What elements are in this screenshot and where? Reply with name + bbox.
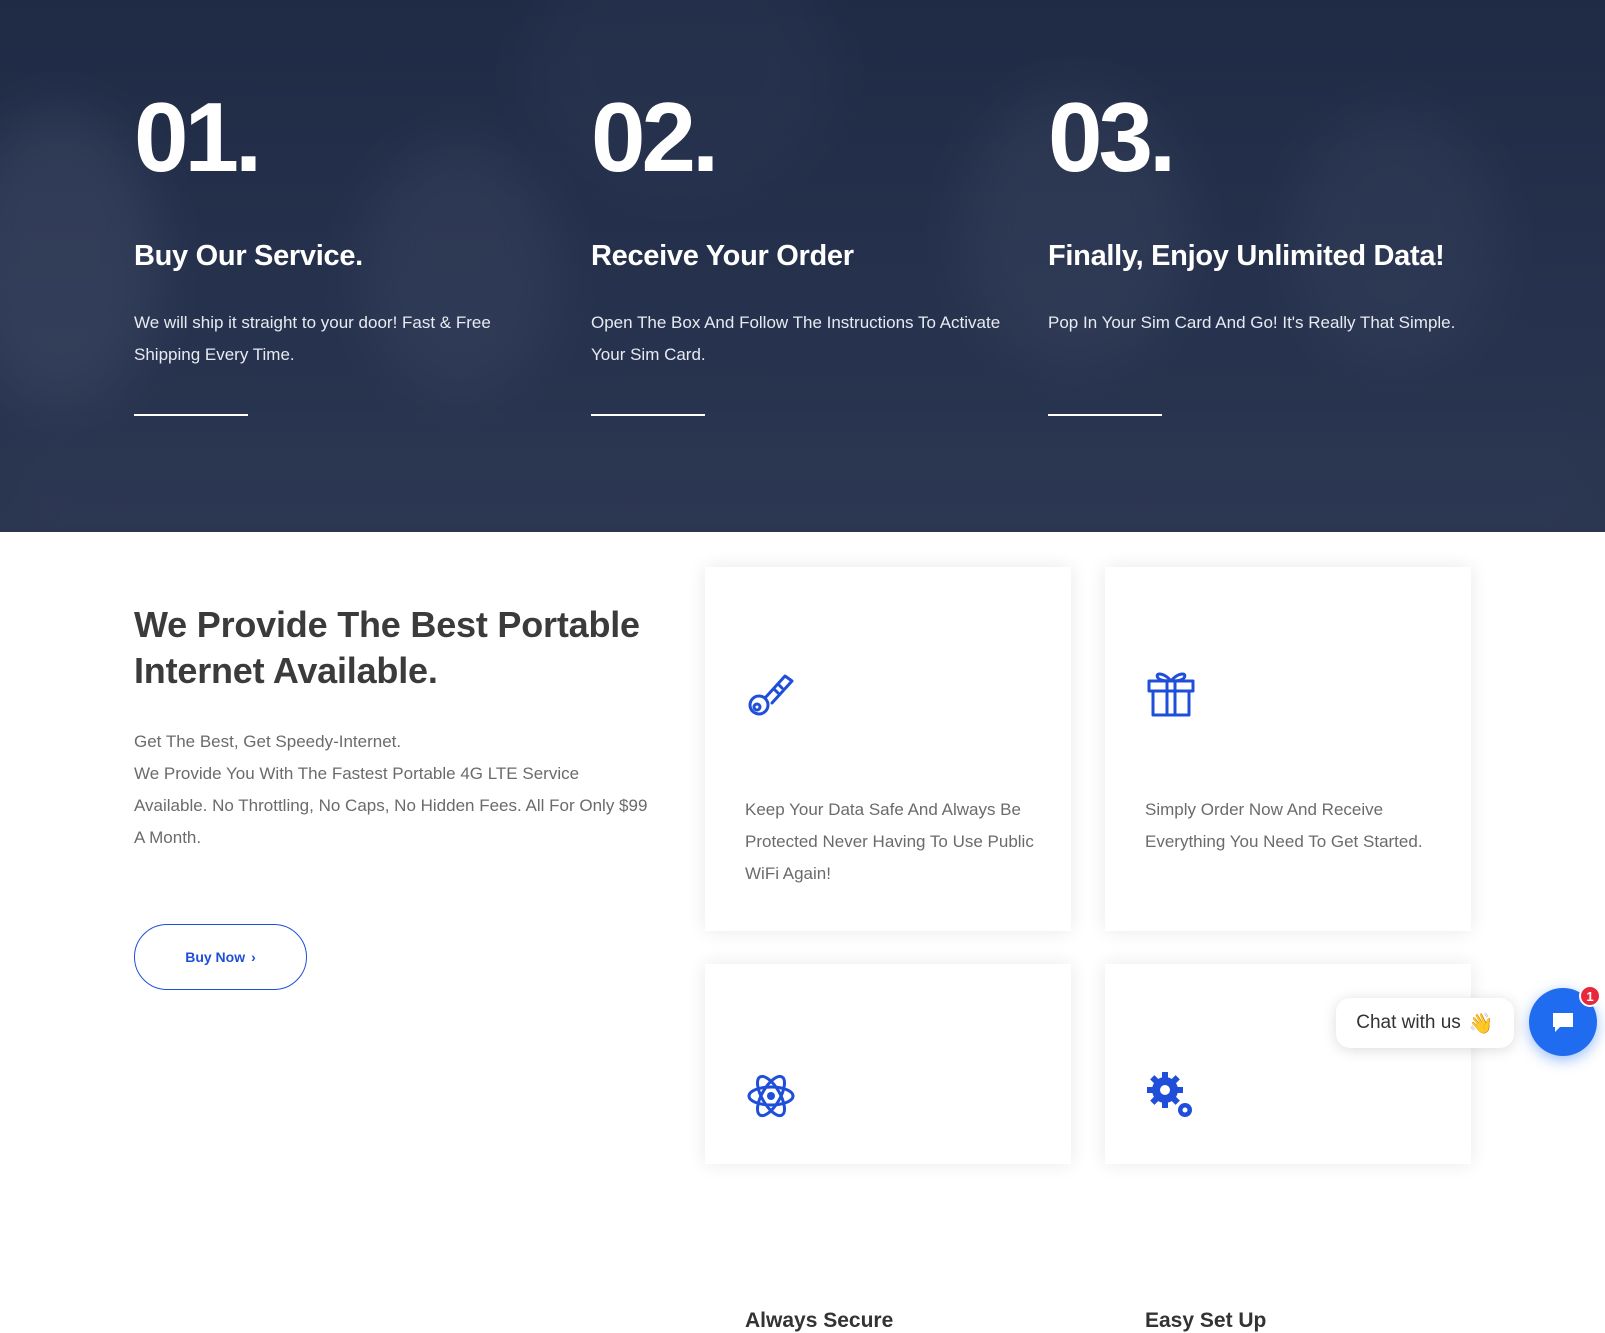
step-title: Receive Your Order bbox=[591, 240, 854, 272]
section-description: Get The Best, Get Speedy-Internet. We Pr… bbox=[134, 726, 654, 854]
background-photo-shade bbox=[0, 420, 1605, 532]
chevron-right-icon: › bbox=[251, 949, 256, 965]
step-number: 01. bbox=[134, 82, 262, 192]
gift-icon bbox=[1147, 672, 1195, 717]
description-line-2: We Provide You With The Fastest Portable… bbox=[134, 764, 648, 847]
step-description: Pop In Your Sim Card And Go! It's Really… bbox=[1048, 313, 1456, 332]
feature-title: Always Secure bbox=[745, 1309, 894, 1332]
feature-card-3 bbox=[705, 964, 1071, 1164]
gears-icon bbox=[1147, 1072, 1192, 1117]
step-number: 03. bbox=[1048, 82, 1176, 192]
chat-with-us-button[interactable]: Chat with us 👋 bbox=[1336, 998, 1514, 1048]
waving-hand-icon: 👋 bbox=[1468, 1012, 1494, 1035]
feature-card-setup: Easy Set Up Simply Order Now And Receive… bbox=[1105, 567, 1471, 1332]
notification-badge: 1 bbox=[1579, 985, 1601, 1007]
feature-description: Simply Order Now And Receive Everything … bbox=[1145, 800, 1423, 851]
step-description: Open The Box And Follow The Instructions… bbox=[591, 313, 1001, 364]
feature-title: Easy Set Up bbox=[1145, 1309, 1267, 1332]
step-number: 02. bbox=[591, 82, 719, 192]
chat-bubble-icon bbox=[1553, 1013, 1573, 1032]
step-description: We will ship it straight to your door! F… bbox=[134, 313, 491, 364]
description-line-1: Get The Best, Get Speedy-Internet. bbox=[134, 732, 402, 751]
step-divider bbox=[134, 414, 248, 416]
buy-now-button[interactable]: Buy Now › bbox=[134, 924, 307, 990]
buy-now-label: Buy Now bbox=[185, 949, 246, 965]
section-heading: We Provide The Best Portable Internet Av… bbox=[134, 604, 640, 691]
hero-steps-section: 01. Buy Our Service. We will ship it str… bbox=[0, 0, 1605, 532]
step-title: Buy Our Service. bbox=[134, 240, 363, 272]
feature-description: Keep Your Data Safe And Always Be Protec… bbox=[745, 800, 1034, 883]
step-title: Finally, Enjoy Unlimited Data! bbox=[1048, 240, 1445, 272]
feature-card-secure: Always Secure Keep Your Data Safe And Al… bbox=[705, 567, 1071, 1332]
atom-icon bbox=[747, 1074, 795, 1118]
feature-card-4 bbox=[1105, 964, 1471, 1164]
step-divider bbox=[1048, 414, 1162, 416]
key-icon bbox=[748, 674, 794, 716]
step-divider bbox=[591, 414, 705, 416]
chat-label: Chat with us bbox=[1356, 1012, 1461, 1033]
